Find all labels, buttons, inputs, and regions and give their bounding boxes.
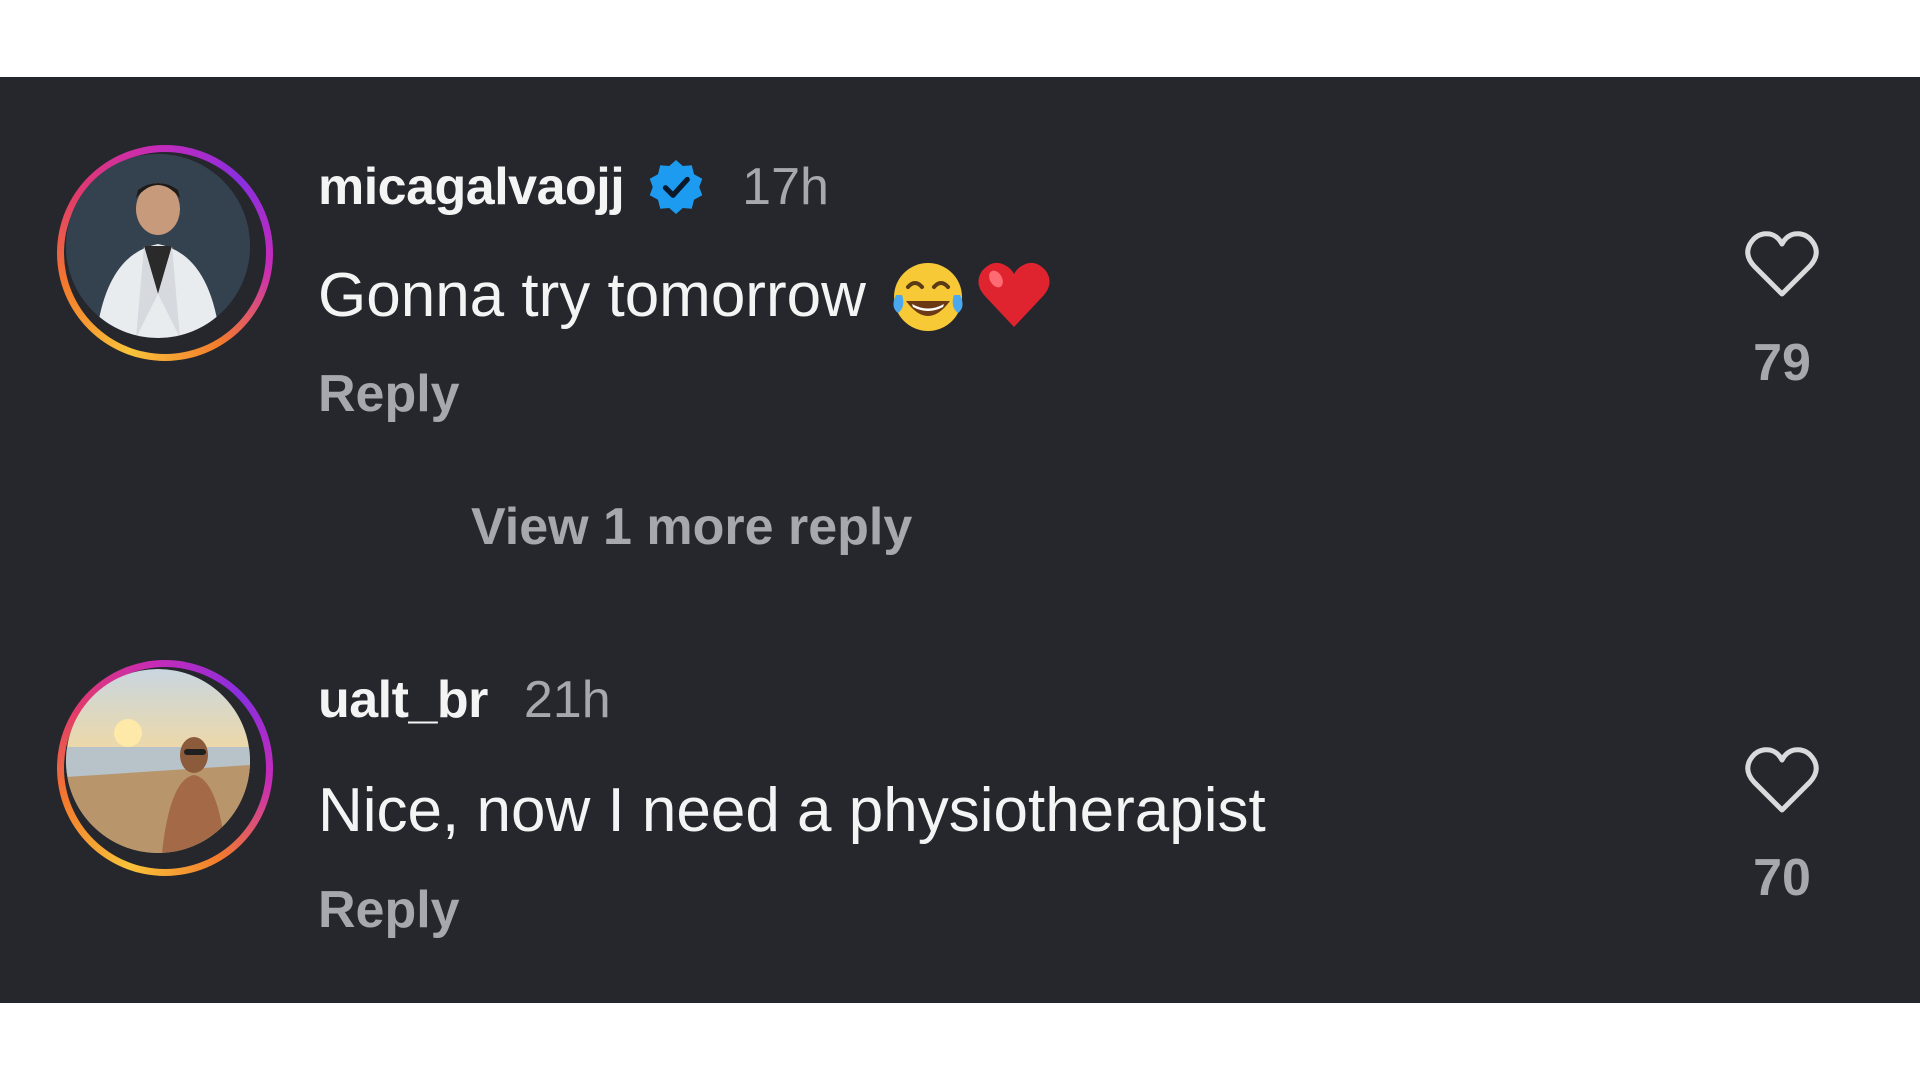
like-count: 70 (1753, 849, 1811, 907)
comment-body: Nice, now I need a physiotherapist (318, 765, 1266, 855)
avatar-photo (66, 669, 250, 853)
view-more-replies-button[interactable]: View 1 more reply (471, 497, 912, 557)
comment-time: 21h (523, 671, 611, 729)
reply-button[interactable]: Reply (318, 364, 460, 424)
heart-outline-icon (1745, 747, 1819, 813)
comment-header: ualt_br 21h (318, 665, 611, 735)
username[interactable]: ualt_br (318, 670, 488, 730)
like-button[interactable] (1742, 744, 1822, 821)
comment-item: ualt_br 21h Nice, now I need a physiothe… (0, 0, 1920, 939)
reply-button[interactable]: Reply (318, 880, 460, 940)
like-count: 79 (1753, 334, 1811, 392)
beach-selfie-image (66, 669, 250, 853)
avatar[interactable] (57, 660, 273, 876)
comment-text: Nice, now I need a physiotherapist (318, 775, 1266, 845)
